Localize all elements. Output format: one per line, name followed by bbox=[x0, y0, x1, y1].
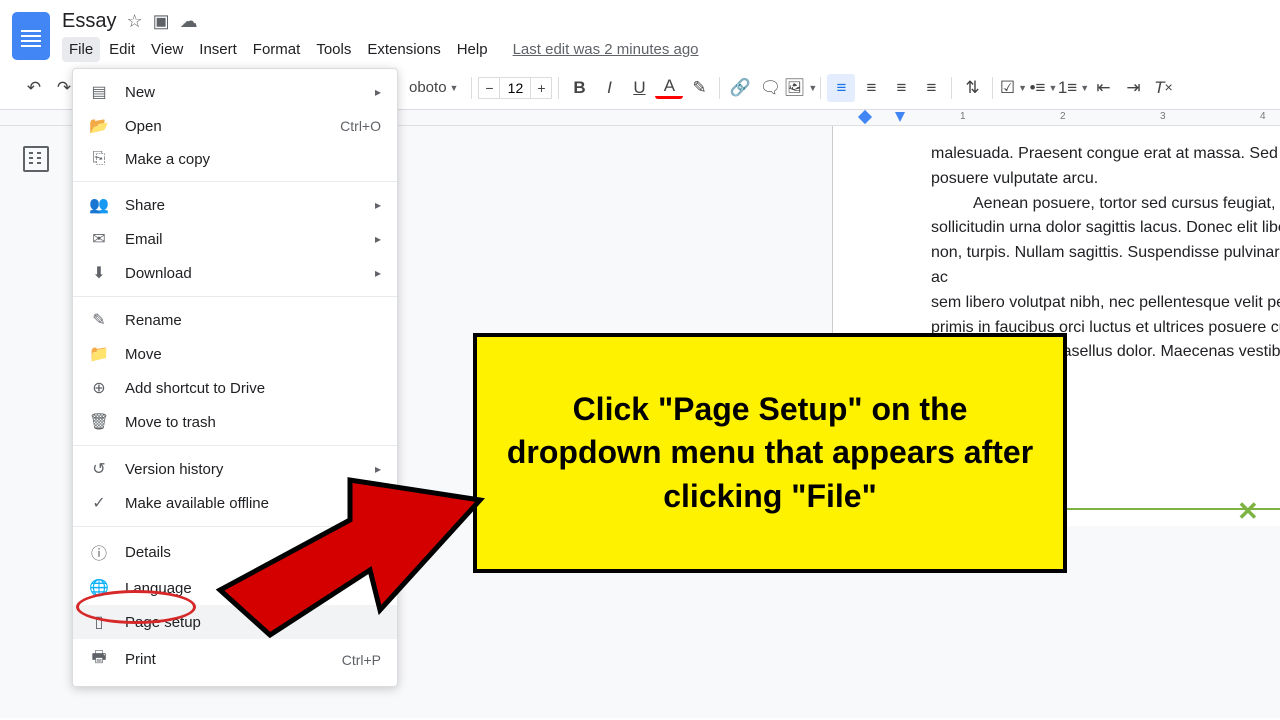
callout-text: Click "Page Setup" on the dropdown menu … bbox=[505, 388, 1035, 518]
menu-extensions[interactable]: Extensions bbox=[360, 37, 447, 62]
align-right-icon[interactable]: ≡ bbox=[887, 74, 915, 102]
indent-decrease-icon[interactable]: ⇤ bbox=[1089, 74, 1117, 102]
move-folder-icon: 📁 bbox=[89, 344, 109, 364]
ruler-mark: 3 bbox=[1160, 111, 1166, 122]
menu-download[interactable]: ⬇Download▸ bbox=[73, 256, 397, 290]
comment-icon[interactable]: 🗨 bbox=[756, 74, 784, 102]
align-center-icon[interactable]: ≡ bbox=[857, 74, 885, 102]
font-size-increase[interactable]: + bbox=[530, 77, 552, 99]
offline-icon: ✓ bbox=[89, 493, 109, 513]
menu-format[interactable]: Format bbox=[246, 37, 308, 62]
folder-icon: 📂 bbox=[89, 116, 109, 136]
menu-edit[interactable]: Edit bbox=[102, 37, 142, 62]
menu-view[interactable]: View bbox=[144, 37, 190, 62]
page-break-close-icon[interactable]: ✕ bbox=[1237, 496, 1259, 527]
align-left-icon[interactable]: ≡ bbox=[827, 74, 855, 102]
numbered-list-icon[interactable]: 1≡▼ bbox=[1059, 74, 1087, 102]
cloud-icon[interactable]: ☁ bbox=[180, 11, 198, 32]
menu-move[interactable]: 📁Move bbox=[73, 337, 397, 371]
image-icon[interactable]: 🖼▼ bbox=[786, 74, 814, 102]
font-size-decrease[interactable]: − bbox=[478, 77, 500, 99]
star-icon[interactable]: ☆ bbox=[126, 11, 142, 32]
shortcut-icon: ⊕ bbox=[89, 378, 109, 398]
menu-email[interactable]: ✉Email▸ bbox=[73, 222, 397, 256]
ruler-mark: 2 bbox=[1060, 111, 1066, 122]
indent-increase-icon[interactable]: ⇥ bbox=[1119, 74, 1147, 102]
history-icon: ↺ bbox=[89, 459, 109, 479]
highlight-icon[interactable]: ✎ bbox=[685, 74, 713, 102]
bulleted-list-icon[interactable]: •≡▼ bbox=[1029, 74, 1057, 102]
move-icon[interactable]: ▣ bbox=[153, 11, 170, 32]
menu-tools[interactable]: Tools bbox=[309, 37, 358, 62]
ruler-mark: 4 bbox=[1260, 111, 1266, 122]
checklist-icon[interactable]: ☑▼ bbox=[999, 74, 1027, 102]
copy-icon: ⎘ bbox=[89, 150, 109, 168]
menu-open[interactable]: 📂OpenCtrl+O bbox=[73, 109, 397, 143]
ruler-mark: 1 bbox=[960, 111, 966, 122]
line-spacing-icon[interactable]: ⇅ bbox=[958, 74, 986, 102]
link-icon[interactable]: 🔗 bbox=[726, 74, 754, 102]
docs-logo[interactable] bbox=[12, 12, 50, 60]
underline-icon[interactable]: U bbox=[625, 74, 653, 102]
last-edit-link[interactable]: Last edit was 2 minutes ago bbox=[513, 37, 699, 62]
bold-icon[interactable]: B bbox=[565, 74, 593, 102]
submenu-arrow-icon: ▸ bbox=[375, 85, 381, 99]
menubar: File Edit View Insert Format Tools Exten… bbox=[62, 37, 1268, 62]
body-text[interactable]: malesuada. Praesent congue erat at massa… bbox=[833, 142, 1280, 365]
rename-icon: ✎ bbox=[89, 310, 109, 330]
menu-share[interactable]: 👥Share▸ bbox=[73, 188, 397, 222]
print-icon: 🖶 bbox=[89, 646, 109, 673]
page-icon: ▯ bbox=[89, 612, 109, 632]
menu-insert[interactable]: Insert bbox=[192, 37, 244, 62]
menu-add-shortcut[interactable]: ⊕Add shortcut to Drive bbox=[73, 371, 397, 405]
trash-icon: 🗑 bbox=[89, 412, 109, 432]
menu-help[interactable]: Help bbox=[450, 37, 495, 62]
info-icon: ⓘ bbox=[89, 540, 109, 564]
menu-file[interactable]: File bbox=[62, 37, 100, 62]
align-justify-icon[interactable]: ≡ bbox=[917, 74, 945, 102]
menu-new[interactable]: ▤New▸ bbox=[73, 75, 397, 109]
italic-icon[interactable]: I bbox=[595, 74, 623, 102]
menu-move-trash[interactable]: 🗑Move to trash bbox=[73, 405, 397, 439]
undo-icon[interactable]: ↶ bbox=[20, 74, 48, 102]
download-icon: ⬇ bbox=[89, 263, 109, 283]
email-icon: ✉ bbox=[89, 229, 109, 249]
font-size-value[interactable]: 12 bbox=[500, 77, 530, 99]
annotation-callout: Click "Page Setup" on the dropdown menu … bbox=[473, 333, 1067, 573]
text-color-icon[interactable]: A bbox=[655, 77, 683, 99]
menu-make-copy[interactable]: ⎘Make a copy bbox=[73, 143, 397, 175]
clear-format-icon[interactable]: T× bbox=[1149, 74, 1177, 102]
annotation-arrow bbox=[200, 450, 490, 650]
font-family-select[interactable]: oboto▼ bbox=[402, 76, 465, 99]
doc-title[interactable]: Essay bbox=[62, 10, 116, 33]
menu-rename[interactable]: ✎Rename bbox=[73, 303, 397, 337]
doc-icon: ▤ bbox=[89, 82, 109, 102]
globe-icon: 🌐 bbox=[89, 578, 109, 598]
share-icon: 👥 bbox=[89, 195, 109, 215]
outline-icon[interactable] bbox=[23, 146, 49, 172]
